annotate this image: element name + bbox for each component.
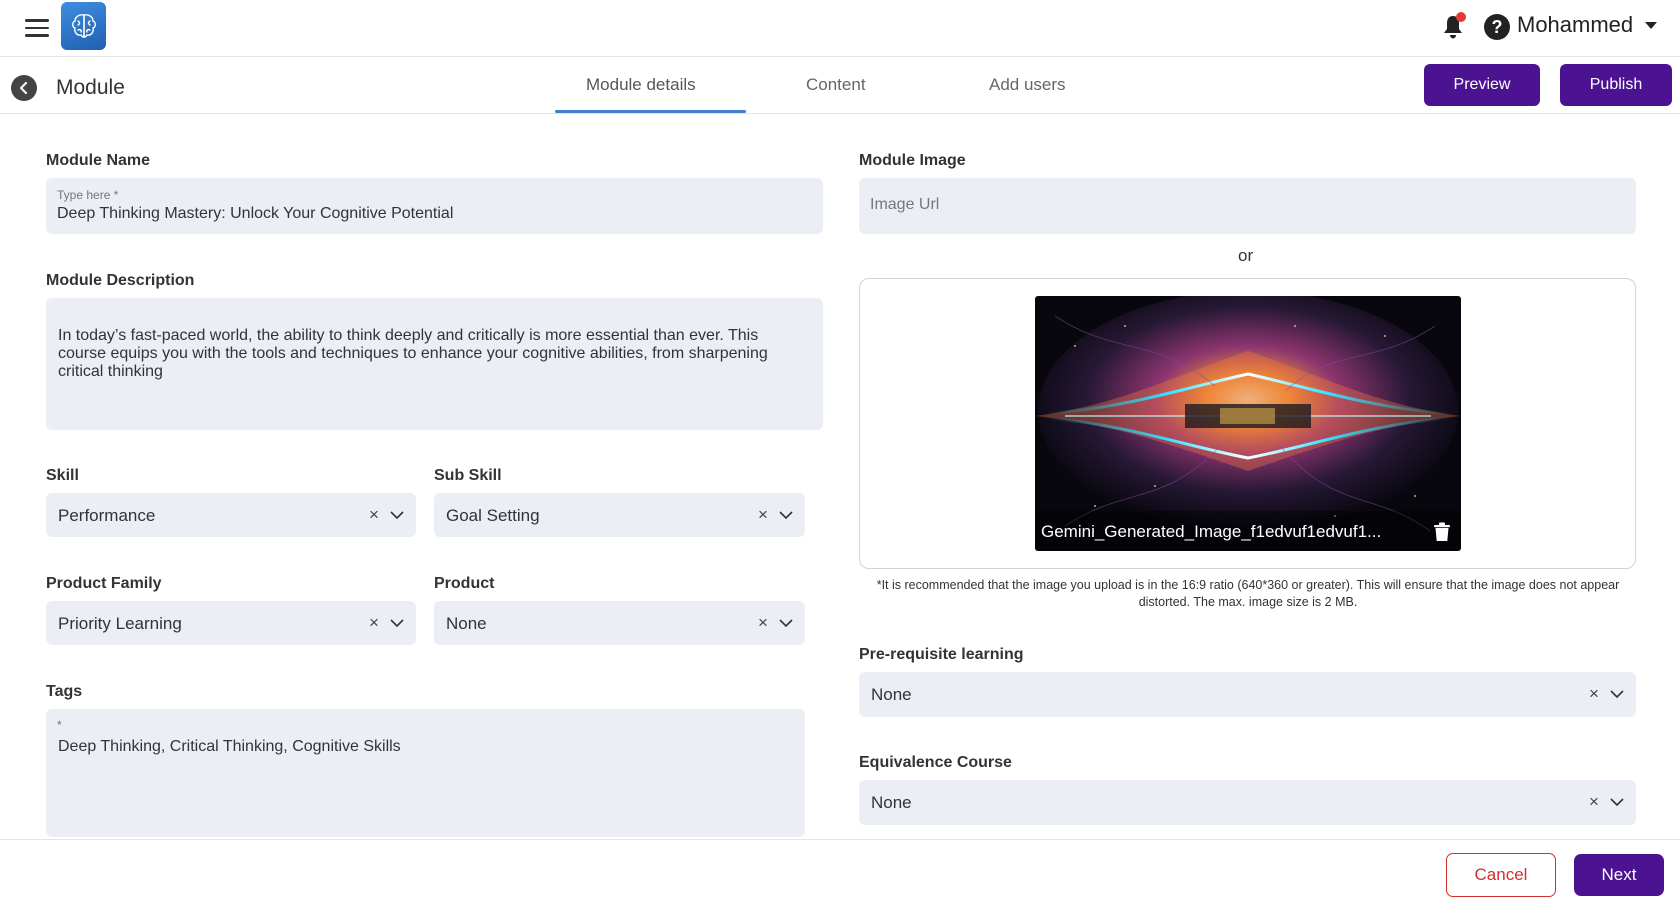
sub-skill-clear-icon[interactable]: × xyxy=(758,505,768,525)
uploaded-file-name: Gemini_Generated_Image_f1edvuf1edvuf1... xyxy=(1041,522,1382,541)
module-description-field[interactable]: In today’s fast-paced world, the ability… xyxy=(46,298,823,430)
module-name-value: Deep Thinking Mastery: Unlock Your Cogni… xyxy=(57,205,454,222)
footer-bar: Cancel Next xyxy=(0,839,1680,903)
user-name: Mohammed xyxy=(1517,12,1634,37)
product-clear-icon[interactable]: × xyxy=(758,613,768,633)
prerequisite-value: None xyxy=(871,685,912,704)
chevron-down-icon[interactable] xyxy=(390,616,404,630)
sub-skill-label: Sub Skill xyxy=(434,467,502,484)
notification-badge xyxy=(1456,12,1466,22)
next-button[interactable]: Next xyxy=(1574,854,1664,896)
cancel-button[interactable]: Cancel xyxy=(1446,853,1556,897)
module-description-label: Module Description xyxy=(46,272,195,289)
equivalence-clear-icon[interactable]: × xyxy=(1589,792,1599,812)
or-separator: or xyxy=(1238,246,1254,265)
product-family-label: Product Family xyxy=(46,575,162,592)
chevron-left-icon xyxy=(19,82,28,94)
module-description-value: In today’s fast-paced world, the ability… xyxy=(58,327,768,380)
hamburger-icon[interactable] xyxy=(25,19,49,37)
product-select[interactable]: None × xyxy=(434,601,805,645)
trash-icon[interactable] xyxy=(1433,522,1451,542)
skill-clear-icon[interactable]: × xyxy=(369,505,379,525)
prerequisite-clear-icon[interactable]: × xyxy=(1589,684,1599,704)
help-glyph: ? xyxy=(1491,16,1503,37)
chevron-down-icon[interactable] xyxy=(390,508,404,522)
module-name-field[interactable]: Type here * Deep Thinking Mastery: Unloc… xyxy=(46,178,823,234)
skill-label: Skill xyxy=(46,467,79,484)
module-name-label: Module Name xyxy=(46,152,151,169)
equivalence-course-select[interactable]: None × xyxy=(859,780,1636,825)
publish-button[interactable]: Publish xyxy=(1560,64,1672,106)
module-name-hint: Type here * xyxy=(57,188,119,202)
tab-content[interactable]: Content xyxy=(806,75,866,95)
tab-module-details[interactable]: Module details xyxy=(586,75,696,95)
preview-button[interactable]: Preview xyxy=(1424,64,1540,106)
module-image-label: Module Image xyxy=(859,152,966,169)
skill-select[interactable]: Performance × xyxy=(46,493,416,537)
page-title: Module xyxy=(56,76,125,99)
tags-value: Deep Thinking, Critical Thinking, Cognit… xyxy=(58,738,401,755)
equivalence-course-value: None xyxy=(871,793,912,812)
product-family-select[interactable]: Priority Learning × xyxy=(46,601,416,645)
equivalence-course-label: Equivalence Course xyxy=(859,754,1012,771)
tags-hint: * xyxy=(57,718,62,732)
caret-down-icon xyxy=(1645,21,1658,29)
skill-value: Performance xyxy=(58,506,156,525)
prerequisite-select[interactable]: None × xyxy=(859,672,1636,717)
tab-add-users[interactable]: Add users xyxy=(989,75,1066,95)
image-url-placeholder: Image Url xyxy=(870,196,940,213)
chevron-down-icon[interactable] xyxy=(779,508,793,522)
uploaded-image-thumbnail xyxy=(1035,296,1461,551)
product-label: Product xyxy=(434,575,495,592)
chevron-down-icon[interactable] xyxy=(1610,795,1624,809)
sub-skill-select[interactable]: Goal Setting × xyxy=(434,493,805,537)
active-tab-indicator xyxy=(555,110,746,113)
chevron-down-icon[interactable] xyxy=(779,616,793,630)
help-icon[interactable]: ? xyxy=(1484,14,1510,40)
brain-logo-icon[interactable] xyxy=(61,2,106,50)
back-button[interactable] xyxy=(11,75,37,101)
image-recommendation-note: *It is recommended that the image you up… xyxy=(876,578,1620,609)
tags-label: Tags xyxy=(46,683,83,700)
chevron-down-icon[interactable] xyxy=(1610,687,1624,701)
product-family-clear-icon[interactable]: × xyxy=(369,613,379,633)
tags-field[interactable]: * Deep Thinking, Critical Thinking, Cogn… xyxy=(46,709,805,837)
product-value: None xyxy=(446,614,487,633)
sub-skill-value: Goal Setting xyxy=(446,506,540,525)
prerequisite-label: Pre-requisite learning xyxy=(859,646,1024,663)
image-url-input[interactable]: Image Url xyxy=(859,178,1636,234)
user-menu[interactable]: Mohammed xyxy=(1517,12,1658,38)
sub-header: Module Module details Content Add users … xyxy=(0,58,1680,114)
product-family-value: Priority Learning xyxy=(58,614,182,633)
top-bar: ? Mohammed xyxy=(0,0,1680,57)
